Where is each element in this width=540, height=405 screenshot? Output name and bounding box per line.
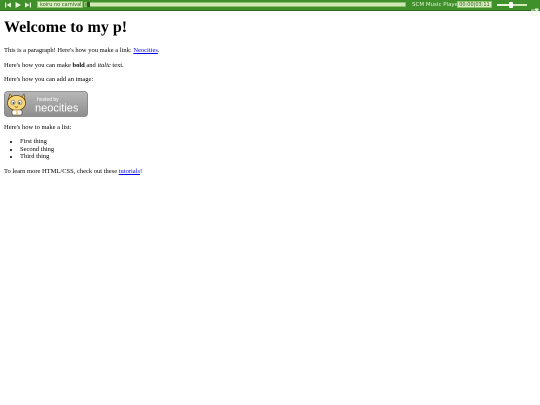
volume-slider[interactable] (497, 2, 527, 8)
progress-bar[interactable] (84, 2, 406, 7)
formatting-text: and (84, 61, 98, 69)
music-player-bar: koiru no carnival SCM Music Player 00:00… (0, 0, 540, 16)
tutorials-punct: ! (140, 167, 143, 175)
paragraph-text: This is a paragraph! Here's how you make… (4, 47, 134, 54)
track-title: koiru no carnival (37, 1, 83, 8)
bold-text: bold (72, 61, 85, 69)
neocities-logo: hosted by neocities (4, 90, 88, 117)
page-title: Welcome to my p! (4, 19, 128, 36)
popout-icon[interactable] (531, 1, 539, 16)
page-content: Welcome to my p! This is a paragraph! He… (4, 14, 534, 182)
paragraph-formatting: Here's how you can make bold and italic … (4, 62, 534, 70)
paragraph-punct: . (157, 47, 160, 54)
play-icon[interactable] (14, 1, 22, 9)
next-icon[interactable] (24, 1, 32, 9)
list-item: First thing (20, 138, 534, 146)
paragraph-image: Here's how you can add an image: (4, 76, 94, 83)
list-item: Second thing (20, 146, 534, 154)
previous-icon[interactable] (4, 1, 12, 9)
volume-handle[interactable] (508, 2, 513, 8)
formatting-text: Here's how you can make (4, 61, 73, 69)
italic-text: italic (97, 61, 111, 69)
logo-big-text: neocities (35, 102, 79, 114)
tutorials-text: To learn more HTML/CSS, check out these (4, 167, 119, 175)
neocities-link[interactable]: Neocities (133, 47, 158, 54)
tutorials-link[interactable]: tutorials (119, 168, 140, 175)
formatting-text: text. (110, 61, 124, 69)
player-name: SCM Music Player (412, 2, 461, 8)
time-display: 00:00|03:11 (457, 1, 492, 8)
progress-handle[interactable] (87, 2, 91, 7)
paragraph-link: This is a paragraph! Here's how you make… (4, 47, 534, 55)
paragraph-tutorials: To learn more HTML/CSS, check out these … (4, 168, 534, 176)
paragraph-list-intro: Here's how to make a list: (4, 123, 72, 131)
list-item: Third thing (20, 153, 534, 161)
thing-list: First thing Second thing Third thing (4, 138, 534, 161)
